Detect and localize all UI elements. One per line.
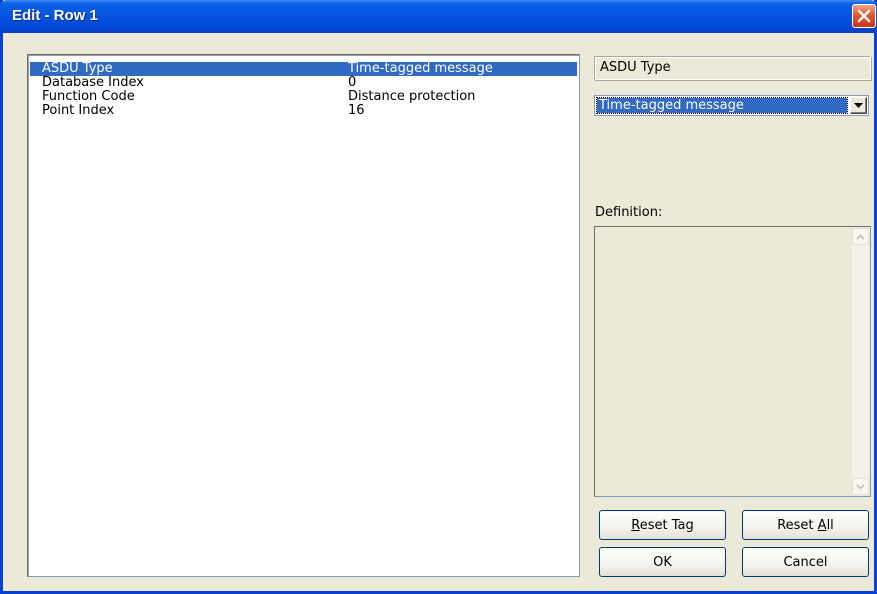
close-button[interactable] bbox=[852, 4, 876, 28]
field-name-label: ASDU Type bbox=[594, 56, 871, 80]
reset-tag-button[interactable]: Reset Tag bbox=[599, 510, 726, 540]
reset-tag-label: Reset Tag bbox=[631, 517, 694, 533]
chevron-down-icon bbox=[856, 483, 865, 490]
list-item-point-index[interactable]: Point Index 16 bbox=[30, 104, 577, 118]
title-bar[interactable]: Edit - Row 1 bbox=[0, 0, 877, 33]
list-item-function-code[interactable]: Function Code Distance protection bbox=[30, 90, 577, 104]
cancel-button[interactable]: Cancel bbox=[742, 547, 869, 577]
definition-textbox bbox=[594, 226, 871, 497]
combo-dropdown-button[interactable] bbox=[850, 97, 867, 114]
asdu-type-combo[interactable]: Time-tagged message bbox=[594, 95, 869, 116]
reset-all-button[interactable]: Reset All bbox=[742, 510, 869, 540]
reset-all-label: Reset All bbox=[777, 517, 834, 533]
property-value: 0 bbox=[348, 75, 357, 90]
scroll-up-button[interactable] bbox=[852, 228, 869, 245]
definition-label: Definition: bbox=[595, 205, 663, 220]
property-name: ASDU Type bbox=[42, 61, 113, 76]
scroll-down-button[interactable] bbox=[852, 478, 869, 495]
property-name: Database Index bbox=[42, 75, 144, 90]
chevron-up-icon bbox=[856, 233, 865, 240]
property-value: 16 bbox=[348, 103, 365, 118]
property-value: Time-tagged message bbox=[348, 61, 493, 76]
ok-button[interactable]: OK bbox=[599, 547, 726, 577]
combo-selected-value: Time-tagged message bbox=[596, 97, 848, 114]
edit-dialog: Edit - Row 1 ASDU Type Time-tagged messa… bbox=[0, 0, 877, 594]
window-title: Edit - Row 1 bbox=[12, 7, 98, 24]
chevron-down-icon bbox=[854, 102, 863, 108]
properties-list[interactable]: ASDU Type Time-tagged message Database I… bbox=[27, 54, 580, 577]
close-icon bbox=[857, 9, 871, 23]
definition-scrollbar[interactable] bbox=[852, 228, 869, 495]
property-name: Point Index bbox=[42, 103, 115, 118]
property-name: Function Code bbox=[42, 89, 135, 104]
list-item-asdu-type[interactable]: ASDU Type Time-tagged message bbox=[30, 62, 577, 76]
property-value: Distance protection bbox=[348, 89, 476, 104]
list-item-database-index[interactable]: Database Index 0 bbox=[30, 76, 577, 90]
